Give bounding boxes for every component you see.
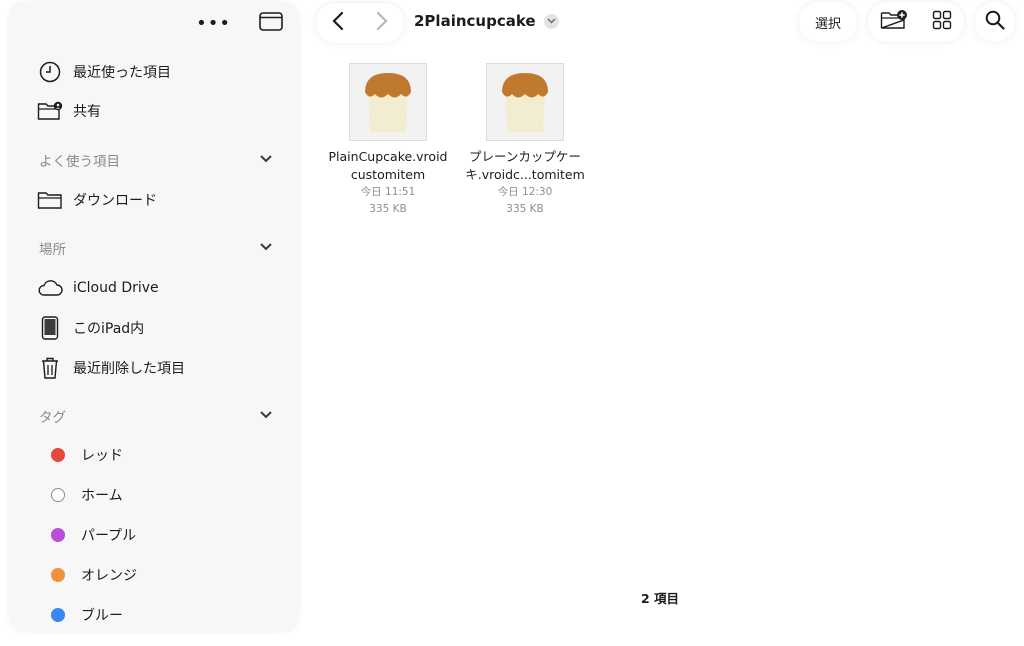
folder-title[interactable]: 2Plaincupcake: [414, 12, 559, 30]
sidebar-tag-home[interactable]: ホーム: [51, 484, 123, 506]
tag-label: パープル: [81, 528, 137, 544]
chevron-left-icon[interactable]: [331, 11, 345, 35]
search-button[interactable]: [975, 2, 1015, 42]
sidebar-top-icons: •••: [196, 12, 283, 35]
clock-icon: [37, 59, 63, 85]
file-date: 今日 11:51: [360, 186, 416, 198]
cloud-icon: [37, 275, 63, 301]
tag-color-dot: [51, 488, 65, 502]
favorites-section-header[interactable]: よく使う項目: [39, 149, 273, 171]
tag-label: オレンジ: [81, 568, 137, 584]
file-item[interactable]: プレーンカップケー キ.vroidc...tomitem 今日 12:30 33…: [460, 63, 590, 218]
ipad-icon: [37, 315, 63, 341]
select-button[interactable]: 選択: [799, 2, 857, 42]
file-date: 今日 12:30: [497, 186, 553, 198]
sidebar-item-recents[interactable]: 最近使った項目: [37, 59, 171, 85]
tag-color-dot: [51, 608, 65, 622]
sidebar: ••• 最近使った項目 共有 よく使う項目 ダウンロード 場所 iCloud D…: [9, 2, 299, 632]
tag-color-dot: [51, 528, 65, 542]
file-name: PlainCupcake.vroid customitem: [323, 148, 453, 184]
sidebar-item-label: 最近使った項目: [73, 65, 171, 81]
folder-icon: [37, 187, 63, 213]
chevron-down-icon[interactable]: [259, 152, 273, 168]
file-name-line: キ.vroidc...tomitem: [465, 167, 585, 182]
section-title: よく使う項目: [39, 154, 120, 170]
grid-icon[interactable]: [932, 10, 952, 34]
file-name: プレーンカップケー キ.vroidc...tomitem: [460, 148, 590, 184]
folder-plus-icon[interactable]: [880, 10, 908, 34]
tag-color-dot: [51, 568, 65, 582]
section-title: 場所: [39, 242, 66, 258]
navigation-controls: [316, 3, 404, 43]
chevron-right-icon[interactable]: [375, 11, 389, 35]
chevron-down-icon[interactable]: [259, 240, 273, 256]
file-name-line: PlainCupcake.vroid: [328, 149, 448, 164]
select-button-label: 選択: [814, 16, 841, 32]
sidebar-item-recently-deleted[interactable]: 最近削除した項目: [37, 355, 185, 381]
cupcake-thumbnail: [486, 63, 564, 141]
file-size: 335 KB: [506, 203, 544, 215]
sidebar-item-label: 共有: [73, 104, 101, 120]
section-title: タグ: [39, 410, 66, 426]
tag-label: ホーム: [81, 488, 123, 504]
tag-label: レッド: [81, 448, 123, 464]
file-size: 335 KB: [369, 203, 407, 215]
sidebar-item-on-ipad[interactable]: このiPad内: [37, 315, 144, 341]
trash-icon: [37, 355, 63, 381]
sidebar-toggle-icon[interactable]: [259, 12, 283, 35]
sidebar-item-icloud[interactable]: iCloud Drive: [37, 275, 159, 301]
toolbar-actions: [868, 2, 964, 42]
sidebar-item-shared[interactable]: 共有: [37, 98, 101, 124]
chevron-down-icon[interactable]: [543, 13, 559, 29]
locations-section-header[interactable]: 場所: [39, 237, 273, 259]
sidebar-item-label: iCloud Drive: [73, 280, 159, 296]
sidebar-tag-purple[interactable]: パープル: [51, 524, 136, 546]
folder-title-text: 2Plaincupcake: [414, 12, 536, 30]
sidebar-tag-orange[interactable]: オレンジ: [51, 564, 137, 586]
sidebar-item-label: このiPad内: [73, 321, 145, 337]
search-icon: [985, 10, 1005, 34]
chevron-down-icon[interactable]: [259, 408, 273, 424]
sidebar-item-label: ダウンロード: [73, 193, 157, 209]
sidebar-item-label: 最近削除した項目: [73, 361, 185, 377]
file-name-line: プレーンカップケー: [469, 149, 581, 164]
sidebar-tag-red[interactable]: レッド: [51, 444, 123, 466]
file-name-line: customitem: [350, 167, 426, 182]
sidebar-tag-blue[interactable]: ブルー: [51, 604, 123, 626]
sidebar-item-downloads[interactable]: ダウンロード: [37, 187, 157, 213]
shared-folder-icon: [37, 98, 63, 124]
tag-label: ブルー: [81, 608, 123, 624]
cupcake-thumbnail: [349, 63, 427, 141]
tags-section-header[interactable]: タグ: [39, 405, 273, 427]
ellipsis-icon[interactable]: •••: [196, 13, 231, 34]
item-count: 2 項目: [640, 591, 680, 606]
file-item[interactable]: PlainCupcake.vroid customitem 今日 11:51 3…: [323, 63, 453, 218]
tag-color-dot: [51, 448, 65, 462]
